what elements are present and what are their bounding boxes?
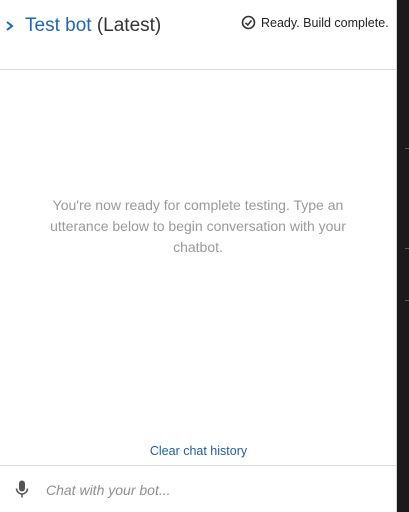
panel-title: Test bot (Latest) (25, 14, 161, 38)
chat-composer (0, 465, 397, 512)
check-circle-icon (241, 15, 256, 30)
test-bot-panel: Test bot (Latest) Ready. Build complete.… (0, 0, 397, 512)
edge-mark (405, 248, 409, 249)
adjacent-window-edge (397, 0, 409, 512)
bot-name-link[interactable]: Test bot (25, 15, 92, 36)
edge-mark (405, 300, 409, 301)
edge-mark (405, 148, 409, 149)
version-label: (Latest) (91, 15, 162, 36)
build-status-text: Ready. Build complete. (261, 15, 389, 30)
panel-header: Test bot (Latest) Ready. Build complete. (0, 0, 397, 70)
clear-chat-history-link[interactable]: Clear chat history (0, 444, 397, 458)
conversation-empty-message: You're now ready for complete testing. T… (50, 197, 346, 255)
chevron-right-icon[interactable] (4, 18, 18, 34)
chat-input[interactable] (46, 479, 376, 501)
build-status: Ready. Build complete. (241, 15, 389, 30)
microphone-icon[interactable] (15, 480, 29, 499)
